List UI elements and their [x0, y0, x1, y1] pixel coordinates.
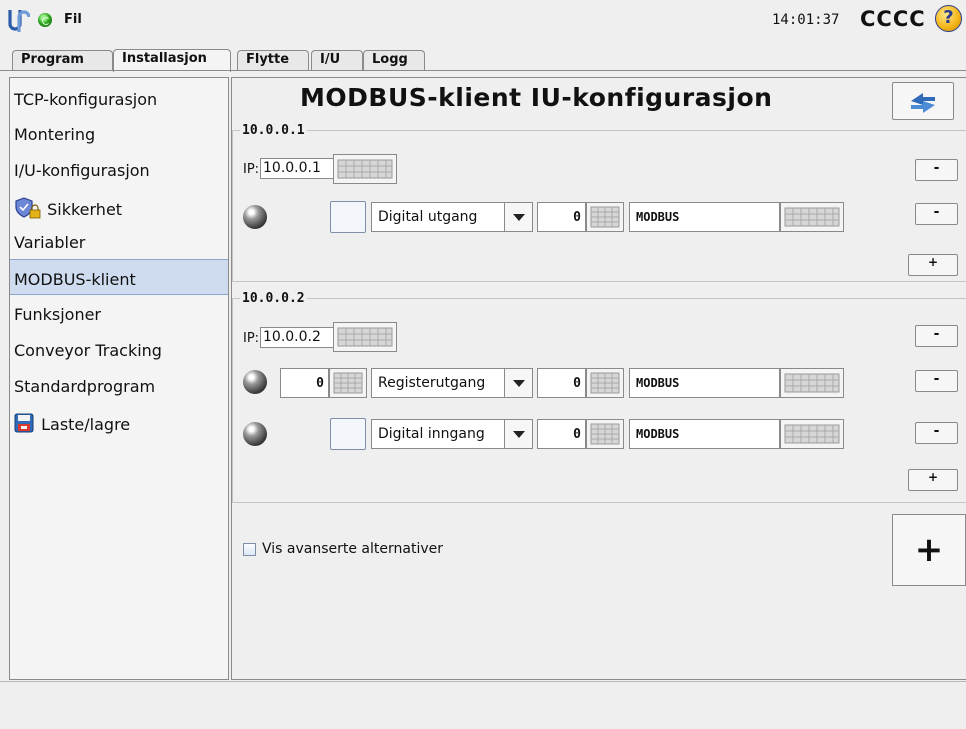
sidebar-item-io-setup[interactable]: I/U-konfigurasjon [10, 151, 228, 187]
signal-type-label: Digital utgang [378, 209, 478, 225]
sidebar-item-tcp[interactable]: TCP-konfigurasjon [10, 80, 228, 116]
keyboard-icon [784, 207, 840, 227]
sidebar-item-label: Standardprogram [14, 377, 156, 396]
signal-type-select[interactable]: Registerutgang [371, 368, 533, 398]
signal-name-field[interactable]: MODBUS [629, 368, 780, 398]
address-field[interactable]: 0 [537, 368, 586, 398]
refresh-button[interactable] [892, 82, 954, 120]
keyboard-button[interactable] [333, 322, 397, 352]
clock: 14:01:37 [772, 12, 840, 28]
chevron-down-icon [504, 203, 532, 231]
help-icon[interactable]: ? [935, 5, 962, 32]
sidebar-item-modbus[interactable]: MODBUS-klient [10, 259, 228, 295]
remove-signal-button[interactable]: - [915, 370, 958, 392]
chevron-down-icon [504, 420, 532, 448]
ip-label: IP: [243, 331, 260, 346]
numpad-icon [590, 372, 620, 394]
sidebar-item-safety[interactable]: Sikkerhet [10, 187, 228, 223]
sidebar-item-label: Sikkerhet [47, 200, 123, 219]
signal-name-field[interactable]: MODBUS [629, 419, 780, 449]
robot-name: CCCC [860, 7, 926, 31]
numpad-icon [590, 206, 620, 228]
numpad-icon [333, 372, 363, 394]
advanced-options-checkbox[interactable] [243, 543, 256, 556]
sidebar-item-default-program[interactable]: Standardprogram [10, 367, 228, 403]
sidebar-item-conveyor[interactable]: Conveyor Tracking [10, 331, 228, 367]
ip-label: IP: [243, 162, 260, 177]
remove-signal-button[interactable]: - [915, 422, 958, 444]
ip-field[interactable]: 10.0.0.2 [260, 327, 334, 348]
ip-field[interactable]: 10.0.0.1 [260, 158, 334, 179]
footer-bar [0, 681, 966, 729]
tab-io[interactable]: I/U [311, 50, 363, 71]
add-unit-button[interactable]: + [892, 514, 966, 586]
refresh-icon [911, 93, 935, 113]
signal-type-select[interactable]: Digital inngang [371, 419, 533, 449]
keyboard-icon [337, 327, 393, 347]
numpad-button[interactable] [586, 202, 624, 232]
floppy-disk-icon [14, 413, 34, 433]
sidebar-item-label: I/U-konfigurasjon [14, 161, 150, 180]
advanced-options-label: Vis avanserte alternativer [262, 541, 444, 557]
address-field[interactable]: 0 [537, 202, 586, 232]
signal-status-led [243, 422, 267, 446]
sidebar-item-label: MODBUS-klient [14, 270, 136, 289]
keyboard-icon [784, 373, 840, 393]
tab-program[interactable]: Program [12, 50, 113, 71]
shield-lock-icon [15, 197, 41, 219]
add-signal-button[interactable]: + [908, 469, 958, 491]
numpad-button[interactable] [586, 368, 624, 398]
page-title: MODBUS-klient IU-konfigurasjon [300, 83, 773, 112]
remove-unit-button[interactable]: - [915, 325, 958, 347]
unit-title: 10.0.0.1 [240, 123, 307, 138]
sidebar-item-label: Conveyor Tracking [14, 341, 162, 360]
signal-status-led [243, 370, 267, 394]
tab-move[interactable]: Flytte [237, 50, 309, 71]
signal-status-led [243, 205, 267, 229]
tab-installation[interactable]: Installasjon [113, 49, 231, 72]
sidebar-item-features[interactable]: Funksjoner [10, 295, 228, 331]
signal-name-field[interactable]: MODBUS [629, 202, 780, 232]
signal-type-select[interactable]: Digital utgang [371, 202, 533, 232]
sidebar-item-mounting[interactable]: Montering [10, 115, 228, 151]
sidebar-item-label: Variabler [14, 233, 86, 252]
keyboard-button[interactable] [333, 154, 397, 184]
keyboard-icon [784, 424, 840, 444]
keyboard-icon [337, 159, 393, 179]
signal-value-checkbox[interactable] [330, 418, 366, 450]
sidebar-item-label: Funksjoner [14, 305, 102, 324]
ur-logo-icon [8, 8, 31, 34]
signal-type-label: Digital inngang [378, 426, 485, 442]
robot-status-icon [38, 13, 52, 27]
numpad-icon [590, 423, 620, 445]
sidebar-item-label: TCP-konfigurasjon [14, 90, 158, 109]
unit-title: 10.0.0.2 [240, 291, 307, 306]
tab-divider [0, 70, 966, 71]
numpad-button[interactable] [586, 419, 624, 449]
remove-unit-button[interactable]: - [915, 159, 958, 181]
signal-type-label: Registerutgang [378, 375, 486, 391]
sidebar-item-load-save[interactable]: Laste/lagre [10, 403, 228, 439]
keyboard-button[interactable] [780, 368, 844, 398]
add-signal-button[interactable]: + [908, 254, 958, 276]
tab-log[interactable]: Logg [363, 50, 425, 71]
signal-value-checkbox[interactable] [330, 201, 366, 233]
keyboard-button[interactable] [780, 202, 844, 232]
signal-value-field[interactable]: 0 [280, 368, 329, 398]
sidebar-item-variables[interactable]: Variabler [10, 223, 228, 259]
sidebar-item-label: Montering [14, 125, 96, 144]
chevron-down-icon [504, 369, 532, 397]
file-menu[interactable]: Fil [64, 12, 82, 27]
numpad-button[interactable] [329, 368, 367, 398]
sidebar: TCP-konfigurasjon Montering I/U-konfigur… [9, 77, 229, 680]
remove-signal-button[interactable]: - [915, 203, 958, 225]
address-field[interactable]: 0 [537, 419, 586, 449]
keyboard-button[interactable] [780, 419, 844, 449]
sidebar-item-label: Laste/lagre [41, 415, 131, 434]
